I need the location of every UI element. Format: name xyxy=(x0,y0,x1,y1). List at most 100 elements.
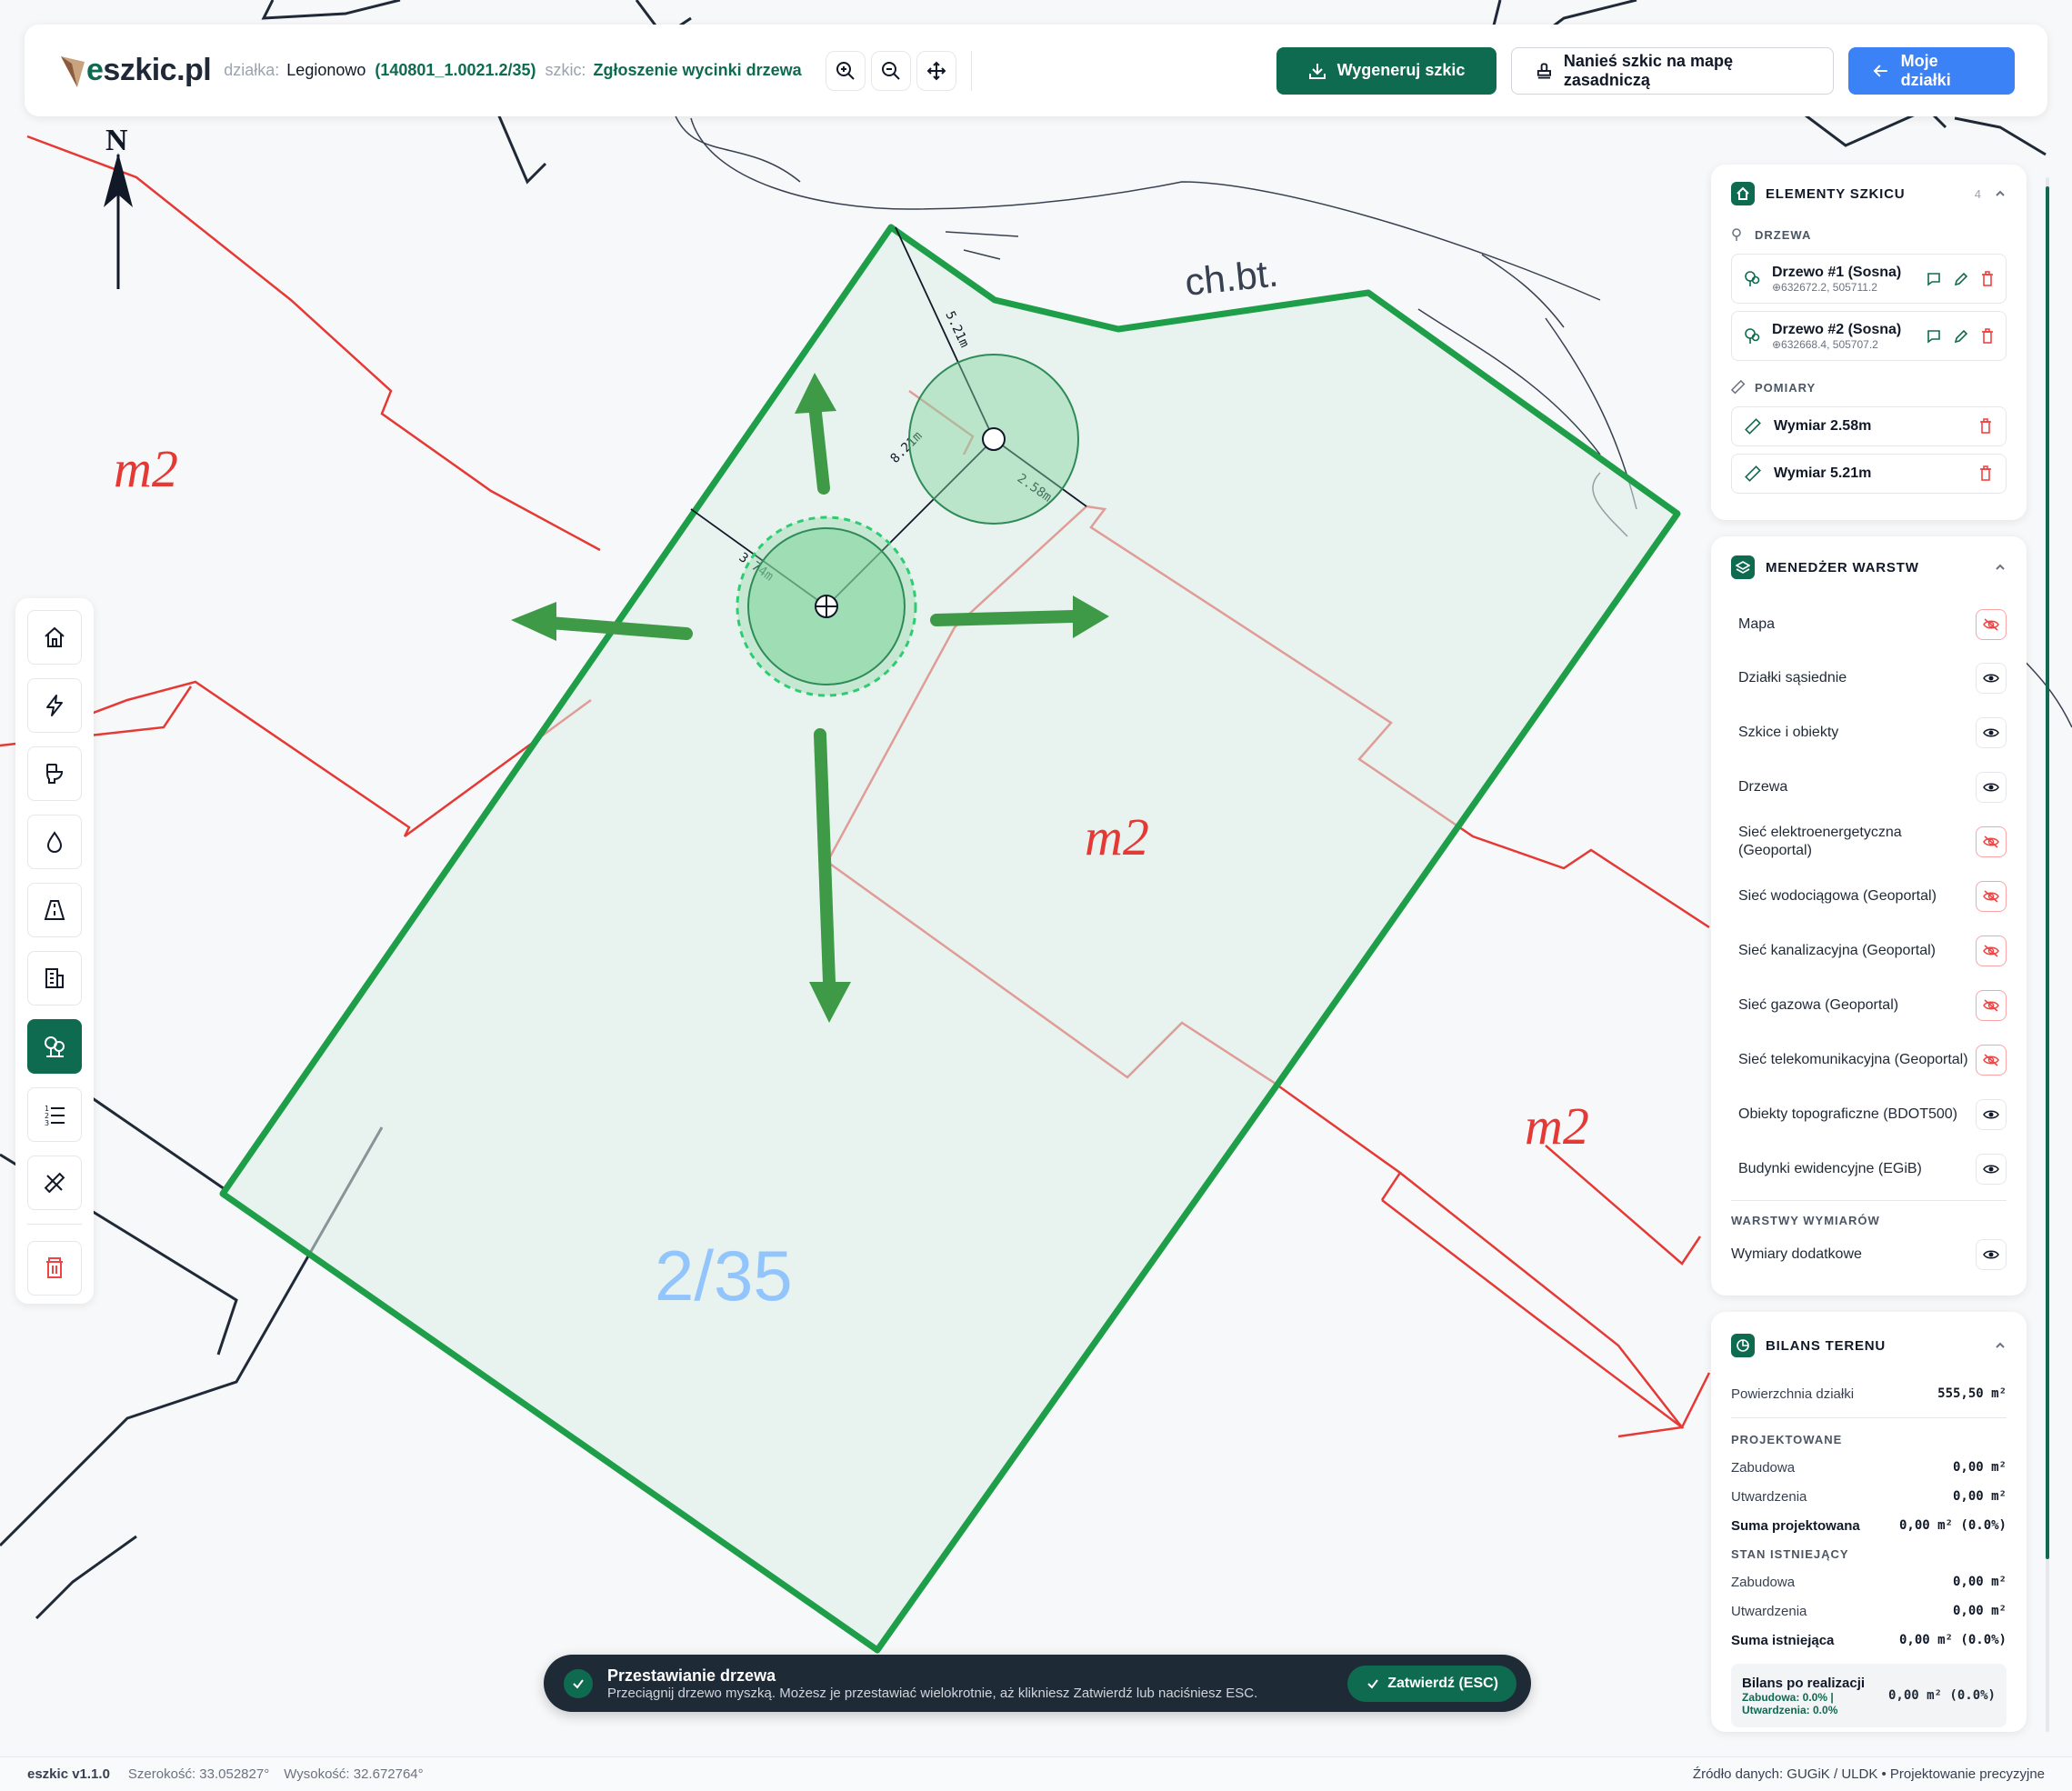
trash-icon xyxy=(46,1257,63,1278)
top-bar: eszkic.pl działka: Legionowo (140801_1.0… xyxy=(25,25,2047,116)
check-icon xyxy=(1367,1678,1379,1689)
comment-icon[interactable] xyxy=(1926,271,1942,287)
layer-row[interactable]: Sieć elektroenergetyczna (Geoportal) xyxy=(1711,815,2027,869)
layer-row[interactable]: Budynki ewidencyjne (EGiB) xyxy=(1711,1142,2027,1196)
layer-visibility-toggle[interactable] xyxy=(1976,772,2007,803)
house-icon xyxy=(1731,182,1755,205)
layer-row[interactable]: Sieć kanalizacyjna (Geoportal) xyxy=(1711,924,2027,978)
logo[interactable]: eszkic.pl xyxy=(57,53,212,89)
apply-to-map-button[interactable]: Nanieś szkic na mapę zasadniczą xyxy=(1511,46,1834,95)
tool-delete[interactable] xyxy=(27,1241,82,1296)
tool-home[interactable] xyxy=(27,610,82,665)
status-bar: eszkic v1.1.0 Szerokość: 33.052827° Wyso… xyxy=(0,1756,2072,1791)
eye-off-icon xyxy=(1983,945,1999,957)
balance-after-box: Bilans po realizacji Zabudowa: 0.0% | Ut… xyxy=(1731,1664,2007,1727)
eye-icon xyxy=(1983,1250,1999,1259)
pan-button[interactable] xyxy=(916,50,956,91)
tree-item-1[interactable]: Drzewo #1 (Sosna) ⊕632672.2, 505711.2 xyxy=(1731,254,2007,304)
layer-visibility-toggle[interactable] xyxy=(1976,1239,2007,1270)
land-balance-title: BILANS TERENU xyxy=(1766,1337,1887,1354)
layer-name: Działki sąsiednie xyxy=(1738,670,1847,685)
layer-visibility-toggle[interactable] xyxy=(1976,936,2007,966)
my-plots-button[interactable]: Moje działki xyxy=(1848,46,2015,95)
eye-off-icon xyxy=(1983,1054,1999,1066)
pencil-icon[interactable] xyxy=(1953,328,1969,345)
layer-name: Sieć kanalizacyjna (Geoportal) xyxy=(1738,943,1936,958)
layer-row[interactable]: Mapa xyxy=(1711,598,2027,651)
confirm-button[interactable]: Zatwierdź (ESC) xyxy=(1347,1665,1516,1702)
lightning-icon xyxy=(46,695,63,716)
tool-road[interactable] xyxy=(27,883,82,937)
balance-after-sub2: Utwardzenia: 0.0% xyxy=(1742,1703,1838,1716)
layer-name: Szkice i obiekty xyxy=(1738,725,1839,740)
map-label-parcel: 2/35 xyxy=(655,1236,793,1316)
chevron-up-icon[interactable] xyxy=(1994,1339,2007,1352)
layer-row[interactable]: Sieć wodociągowa (Geoportal) xyxy=(1711,869,2027,924)
measure-item-name: Wymiar 2.58m xyxy=(1774,418,1872,434)
sketch-elements-count: 4 xyxy=(1974,186,1981,201)
layer-visibility-toggle[interactable] xyxy=(1976,990,2007,1021)
measure-item-2[interactable]: Wymiar 5.21m xyxy=(1731,454,2007,494)
measures-subheader: POMIARY xyxy=(1711,375,2027,399)
eye-off-icon xyxy=(1983,890,1999,903)
layer-visibility-toggle[interactable] xyxy=(1976,1099,2007,1130)
tool-building[interactable] xyxy=(27,951,82,1006)
numbered-list-icon: 123 xyxy=(45,1105,65,1126)
layer-visibility-toggle[interactable] xyxy=(1976,663,2007,694)
logo-text: szkic.pl xyxy=(103,53,212,87)
dzialka-label: działka: xyxy=(224,61,280,79)
layer-visibility-toggle[interactable] xyxy=(1976,826,2007,857)
home-icon xyxy=(45,626,65,647)
pencil-icon[interactable] xyxy=(1953,271,1969,287)
ruler-icon xyxy=(1745,418,1761,435)
apply-to-map-label: Nanieś szkic na mapę zasadniczą xyxy=(1563,51,1733,89)
generate-sketch-button[interactable]: Wygeneruj szkic xyxy=(1276,46,1496,95)
zoom-out-button[interactable] xyxy=(870,50,911,91)
water-drop-icon xyxy=(46,831,63,854)
eye-icon xyxy=(1983,1165,1999,1174)
layer-visibility-toggle[interactable] xyxy=(1976,1045,2007,1076)
tool-trees[interactable] xyxy=(27,1019,82,1074)
measure-item-1[interactable]: Wymiar 2.58m xyxy=(1731,406,2007,446)
existing-header: STAN ISTNIEJĄCY xyxy=(1731,1546,1849,1561)
tool-measure[interactable] xyxy=(27,1156,82,1210)
layer-row[interactable]: Obiekty topograficzne (BDOT500) xyxy=(1711,1087,2027,1142)
left-toolbar: 123 xyxy=(15,598,94,1304)
tool-sewage[interactable] xyxy=(27,746,82,801)
layer-row[interactable]: Sieć telekomunikacyjna (Geoportal) xyxy=(1711,1033,2027,1087)
tool-electricity[interactable] xyxy=(27,678,82,733)
layer-visibility-toggle[interactable] xyxy=(1976,881,2007,912)
trash-icon[interactable] xyxy=(1978,465,1993,482)
layer-row[interactable]: Sieć gazowa (Geoportal) xyxy=(1711,978,2027,1033)
eye-off-icon xyxy=(1983,999,1999,1012)
layer-row[interactable]: Działki sąsiednie xyxy=(1711,651,2027,705)
layer-visibility-toggle[interactable] xyxy=(1976,717,2007,748)
layer-visibility-toggle[interactable] xyxy=(1976,1154,2007,1185)
dzialka-id: (140801_1.0021.2/35) xyxy=(375,61,536,79)
trash-icon[interactable] xyxy=(1978,418,1993,435)
tree-item-2[interactable]: Drzewo #2 (Sosna) ⊕632668.4, 505707.2 xyxy=(1731,311,2007,361)
chevron-up-icon[interactable] xyxy=(1994,187,2007,200)
layers-icon xyxy=(1731,555,1755,579)
move-tree-toast: Przestawianie drzewa Przeciągnij drzewo … xyxy=(544,1655,1531,1712)
comment-icon[interactable] xyxy=(1926,328,1942,345)
tool-list[interactable]: 123 xyxy=(27,1087,82,1142)
layer-row[interactable]: Drzewa xyxy=(1711,760,2027,815)
layer-visibility-toggle[interactable] xyxy=(1976,609,2007,640)
layer-row[interactable]: Szkice i obiekty xyxy=(1711,705,2027,760)
layer-name: Drzewa xyxy=(1738,779,1788,795)
layer-name: Wymiary dodatkowe xyxy=(1731,1246,1862,1262)
projected-sum-row: Suma projektowana 0,00 m² (0.0%) xyxy=(1731,1517,2007,1534)
panel-scrollbar-thumb[interactable] xyxy=(2046,186,2049,1559)
trees-subheader: DRZEWA xyxy=(1711,223,2027,246)
check-icon xyxy=(564,1668,593,1698)
tool-water[interactable] xyxy=(27,815,82,869)
szkic-label: szkic: xyxy=(545,61,586,79)
zoom-in-button[interactable] xyxy=(825,50,866,91)
layer-row-dim[interactable]: Wymiary dodatkowe xyxy=(1711,1234,2027,1276)
eye-off-icon xyxy=(1983,618,1999,631)
trash-icon[interactable] xyxy=(1980,270,1995,287)
trash-icon[interactable] xyxy=(1980,327,1995,345)
chevron-up-icon[interactable] xyxy=(1994,561,2007,574)
eye-icon xyxy=(1983,674,1999,683)
